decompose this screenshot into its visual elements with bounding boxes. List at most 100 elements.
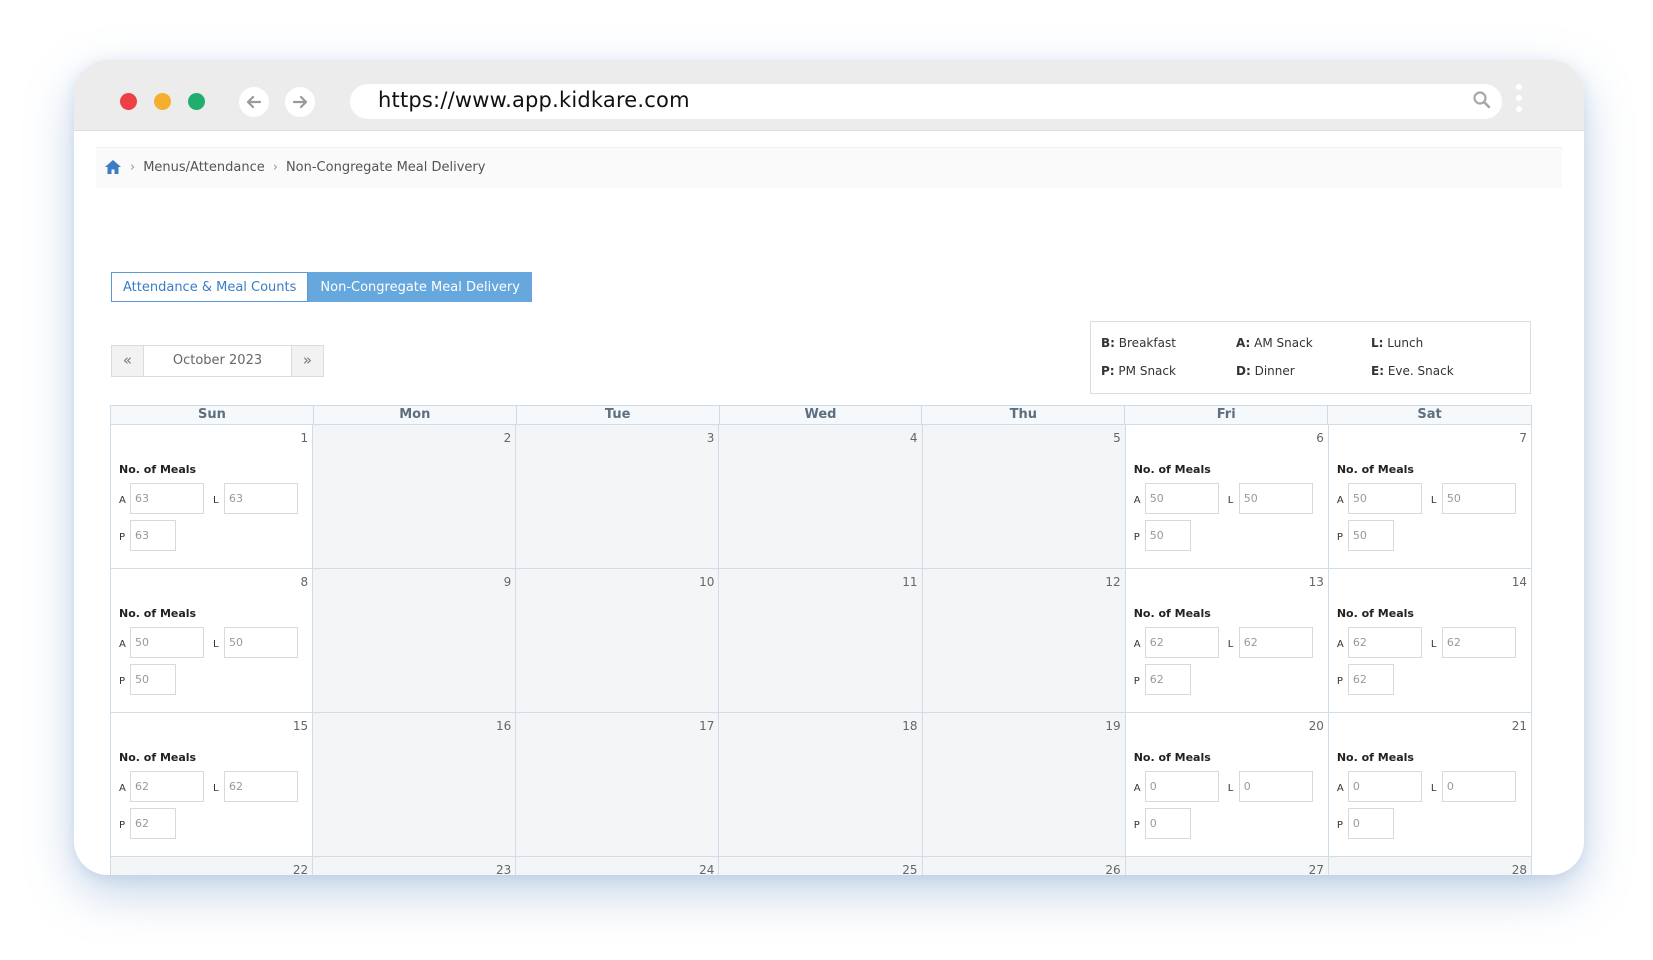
url-text[interactable]: https://www.app.kidkare.com	[378, 88, 690, 112]
breadcrumb-separator: ›	[130, 159, 136, 175]
calendar-day-cell: 8 No. of Meals A 50 L 50 P 50	[110, 569, 314, 713]
meal-code-label: A	[1133, 639, 1141, 650]
am-snack-count-input[interactable]: 0	[1347, 771, 1422, 802]
weekday-label: Thu	[922, 406, 1126, 424]
meals-count-label: No. of Meals	[1133, 463, 1211, 476]
view-tabs: Attendance & Meal Counts Non-Congregate …	[111, 272, 532, 302]
day-number: 7	[1519, 431, 1527, 445]
lunch-count-input[interactable]: 62	[1441, 627, 1516, 658]
am-snack-count-input[interactable]: 62	[1347, 627, 1422, 658]
next-month-button[interactable]: »	[292, 346, 323, 376]
meal-code-label: A	[1133, 783, 1141, 794]
pm-snack-count-input[interactable]: 62	[1347, 664, 1394, 695]
tab-non-congregate-meal-delivery[interactable]: Non-Congregate Meal Delivery	[308, 272, 532, 302]
meal-code-label: P	[119, 532, 126, 543]
day-number: 27	[1308, 863, 1324, 875]
meals-count-label: No. of Meals	[1336, 607, 1414, 620]
meal-code-label: L	[1430, 495, 1437, 506]
weekday-header: Sun Mon Tue Wed Thu Fri Sat	[110, 405, 1532, 425]
browser-menu-icon[interactable]	[1516, 84, 1524, 117]
day-number: 15	[292, 719, 309, 733]
calendar-day-cell: 3	[516, 425, 720, 569]
forward-button[interactable]	[285, 87, 315, 117]
day-number: 9	[503, 575, 512, 589]
calendar-grid: 1 No. of Meals A 63 L 63 P 63 2 3 4 5 6 No. of Meals A…	[110, 425, 1532, 875]
pm-snack-count-input[interactable]: 62	[130, 808, 176, 839]
pm-snack-count-input[interactable]: 0	[1144, 808, 1191, 839]
legend-item-lunch: L: Lunch	[1371, 336, 1424, 350]
day-number: 17	[699, 719, 715, 733]
breadcrumb-current: Non-Congregate Meal Delivery	[285, 159, 486, 175]
meal-code-label: A	[119, 495, 126, 506]
calendar-day-cell: 22	[110, 857, 314, 875]
pm-snack-count-input[interactable]: 0	[1347, 808, 1394, 839]
lunch-count-input[interactable]: 0	[1441, 771, 1516, 802]
meal-code-label: A	[1336, 783, 1344, 794]
calendar-day-cell: 20 No. of Meals A 0 L 0 P 0	[1125, 713, 1329, 857]
am-snack-count-input[interactable]: 50	[1144, 483, 1219, 514]
calendar-day-cell: 28	[1328, 857, 1532, 875]
am-snack-count-input[interactable]: 0	[1144, 771, 1219, 802]
meal-code-label: L	[1227, 495, 1234, 506]
meal-code-label: L	[1227, 639, 1234, 650]
calendar-day-cell: 16	[313, 713, 517, 857]
calendar-day-cell: 26	[922, 857, 1126, 875]
calendar-day-cell: 19	[922, 713, 1126, 857]
day-number: 28	[1511, 863, 1527, 875]
breadcrumb-menus-attendance[interactable]: Menus/Attendance	[143, 160, 265, 175]
address-bar[interactable]: https://www.app.kidkare.com	[350, 84, 1502, 119]
pm-snack-count-input[interactable]: 50	[1347, 520, 1394, 551]
day-number: 4	[909, 431, 918, 445]
day-number: 25	[902, 863, 918, 875]
am-snack-count-input[interactable]: 50	[1347, 483, 1422, 514]
meals-count-label: No. of Meals	[1336, 463, 1414, 476]
day-number: 10	[699, 575, 715, 589]
meal-code-label: P	[1336, 532, 1343, 543]
day-number: 11	[902, 575, 918, 589]
legend-item-am-snack: A: AM Snack	[1236, 336, 1313, 350]
lunch-count-input[interactable]: 50	[1441, 483, 1516, 514]
prev-month-button[interactable]: «	[112, 346, 143, 376]
pm-snack-count-input[interactable]: 50	[130, 664, 176, 695]
meal-code-label: A	[1336, 495, 1344, 506]
minimize-window-button[interactable]	[154, 93, 171, 110]
day-number: 2	[503, 431, 512, 445]
home-icon[interactable]	[104, 159, 122, 175]
am-snack-count-input[interactable]: 50	[130, 627, 204, 658]
am-snack-count-input[interactable]: 63	[130, 483, 204, 514]
day-number: 26	[1105, 863, 1121, 875]
lunch-count-input[interactable]: 50	[224, 627, 298, 658]
lunch-count-input[interactable]: 50	[1238, 483, 1313, 514]
am-snack-count-input[interactable]: 62	[130, 771, 204, 802]
day-number: 24	[699, 863, 715, 875]
tab-attendance-meal-counts[interactable]: Attendance & Meal Counts	[111, 272, 309, 302]
meals-count-label: No. of Meals	[119, 751, 197, 764]
meal-code-label: P	[1133, 532, 1140, 543]
pm-snack-count-input[interactable]: 63	[130, 520, 176, 551]
am-snack-count-input[interactable]: 62	[1144, 627, 1219, 658]
lunch-count-input[interactable]: 0	[1238, 771, 1313, 802]
lunch-count-input[interactable]: 63	[224, 483, 298, 514]
calendar-day-cell: 15 No. of Meals A 62 L 62 P 62	[110, 713, 314, 857]
calendar-day-cell: 2	[313, 425, 517, 569]
lunch-count-input[interactable]: 62	[1238, 627, 1313, 658]
maximize-window-button[interactable]	[188, 93, 205, 110]
calendar-day-cell: 11	[719, 569, 923, 713]
pm-snack-count-input[interactable]: 62	[1144, 664, 1191, 695]
meal-code-label: A	[119, 783, 126, 794]
back-button[interactable]	[239, 87, 269, 117]
day-number: 1	[300, 431, 309, 445]
meals-count-label: No. of Meals	[1336, 751, 1414, 764]
calendar-day-cell: 25	[719, 857, 923, 875]
pm-snack-count-input[interactable]: 50	[1144, 520, 1191, 551]
close-window-button[interactable]	[120, 93, 137, 110]
calendar-day-cell: 12	[922, 569, 1126, 713]
meal-code-label: P	[1336, 820, 1343, 831]
day-number: 3	[706, 431, 715, 445]
lunch-count-input[interactable]: 62	[224, 771, 298, 802]
calendar-day-cell: 21 No. of Meals A 0 L 0 P 0	[1328, 713, 1532, 857]
day-number: 13	[1308, 575, 1324, 589]
weekday-label: Mon	[314, 406, 517, 424]
meal-code-label: A	[1133, 495, 1141, 506]
search-icon[interactable]	[1472, 90, 1492, 114]
